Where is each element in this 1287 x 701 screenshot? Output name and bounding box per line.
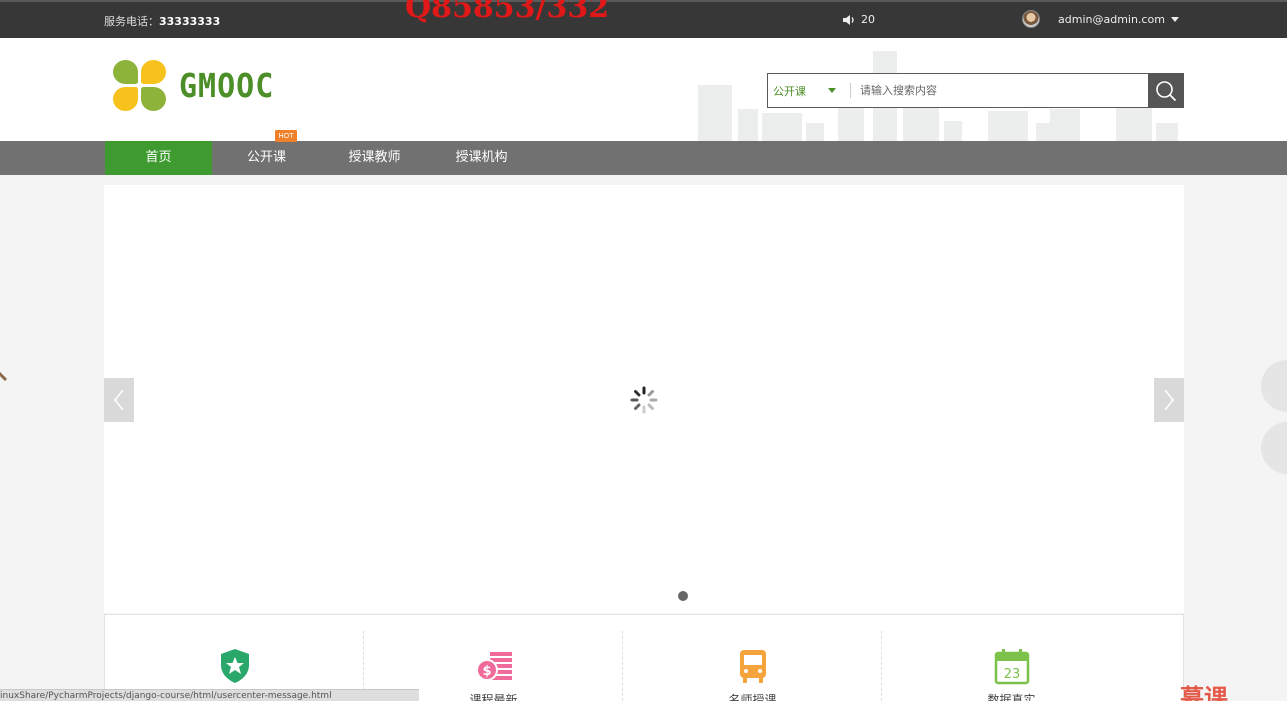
back-to-top-button[interactable] bbox=[1261, 422, 1287, 474]
search-category-label: 公开课 bbox=[773, 84, 806, 98]
watermark-text: Q85853/332 bbox=[405, 0, 610, 25]
user-email[interactable]: admin@admin.com bbox=[1058, 13, 1179, 26]
corner-brand: 慕课 bbox=[1180, 684, 1228, 701]
hot-badge: HOT bbox=[275, 130, 297, 142]
side-float-button[interactable] bbox=[1261, 360, 1287, 412]
nav-item-home[interactable]: 首页 bbox=[105, 141, 212, 175]
phone-label: 服务电话： bbox=[104, 15, 159, 28]
search-button[interactable] bbox=[1148, 73, 1184, 108]
nav-item-teachers[interactable]: 授课教师 bbox=[321, 141, 428, 175]
speaker-icon bbox=[843, 14, 854, 25]
calendar-icon: 23 bbox=[994, 649, 1029, 685]
bus-icon bbox=[739, 650, 766, 683]
chevron-right-icon bbox=[1164, 389, 1174, 411]
browser-status-url: inuxShare/PycharmProjects/django-course/… bbox=[0, 689, 419, 701]
avatar[interactable] bbox=[1022, 10, 1040, 28]
user-menu[interactable]: admin@admin.com bbox=[1022, 10, 1179, 28]
caret-down-icon bbox=[1170, 17, 1179, 22]
main-nav: 首页 公开课 授课教师 授课机构 bbox=[0, 141, 1287, 175]
carousel-prev-button[interactable] bbox=[104, 378, 134, 422]
notice-count: 20 bbox=[861, 13, 875, 26]
carousel-indicator[interactable] bbox=[678, 591, 688, 601]
svg-text:23: 23 bbox=[1003, 667, 1020, 682]
nav-item-courses[interactable]: 公开课 bbox=[213, 141, 320, 175]
features-row: $ 课程最新 名师授课 23 数据真实 bbox=[104, 614, 1184, 701]
dropdown-arrow-icon bbox=[828, 88, 836, 93]
feature-label: 数据真实 bbox=[987, 693, 1036, 701]
logo-text: GMOOC bbox=[179, 66, 275, 106]
phone-number: 33333333 bbox=[159, 15, 221, 28]
service-phone: 服务电话：33333333 bbox=[104, 13, 220, 29]
nav-item-orgs[interactable]: 授课机构 bbox=[428, 141, 535, 175]
carousel-next-button[interactable] bbox=[1154, 378, 1184, 422]
loading-spinner-icon bbox=[630, 386, 658, 414]
search-icon bbox=[1156, 80, 1177, 101]
message-notice[interactable]: 20 bbox=[842, 13, 875, 26]
chevron-left-icon bbox=[114, 389, 124, 411]
top-bar: 服务电话：33333333 20 admin@admin.com bbox=[0, 0, 1287, 38]
shield-star-icon bbox=[220, 649, 249, 683]
search-input[interactable] bbox=[851, 74, 1148, 107]
header: GMOOC 公开课 bbox=[0, 38, 1287, 141]
svg-text:$: $ bbox=[482, 664, 491, 679]
search-box: 公开课 bbox=[767, 73, 1184, 108]
coin-stack-icon: $ bbox=[475, 652, 512, 681]
search-category-select[interactable]: 公开课 bbox=[768, 74, 850, 107]
site-logo[interactable]: GMOOC bbox=[113, 60, 274, 112]
user-email-text: admin@admin.com bbox=[1058, 12, 1165, 26]
feature-item: 23 数据真实 bbox=[882, 615, 1141, 701]
feature-label: 名师授课 bbox=[728, 693, 777, 701]
feature-item: 名师授课 bbox=[623, 615, 882, 701]
logo-clover-icon bbox=[113, 60, 167, 112]
cursor-mark-icon bbox=[0, 371, 8, 382]
